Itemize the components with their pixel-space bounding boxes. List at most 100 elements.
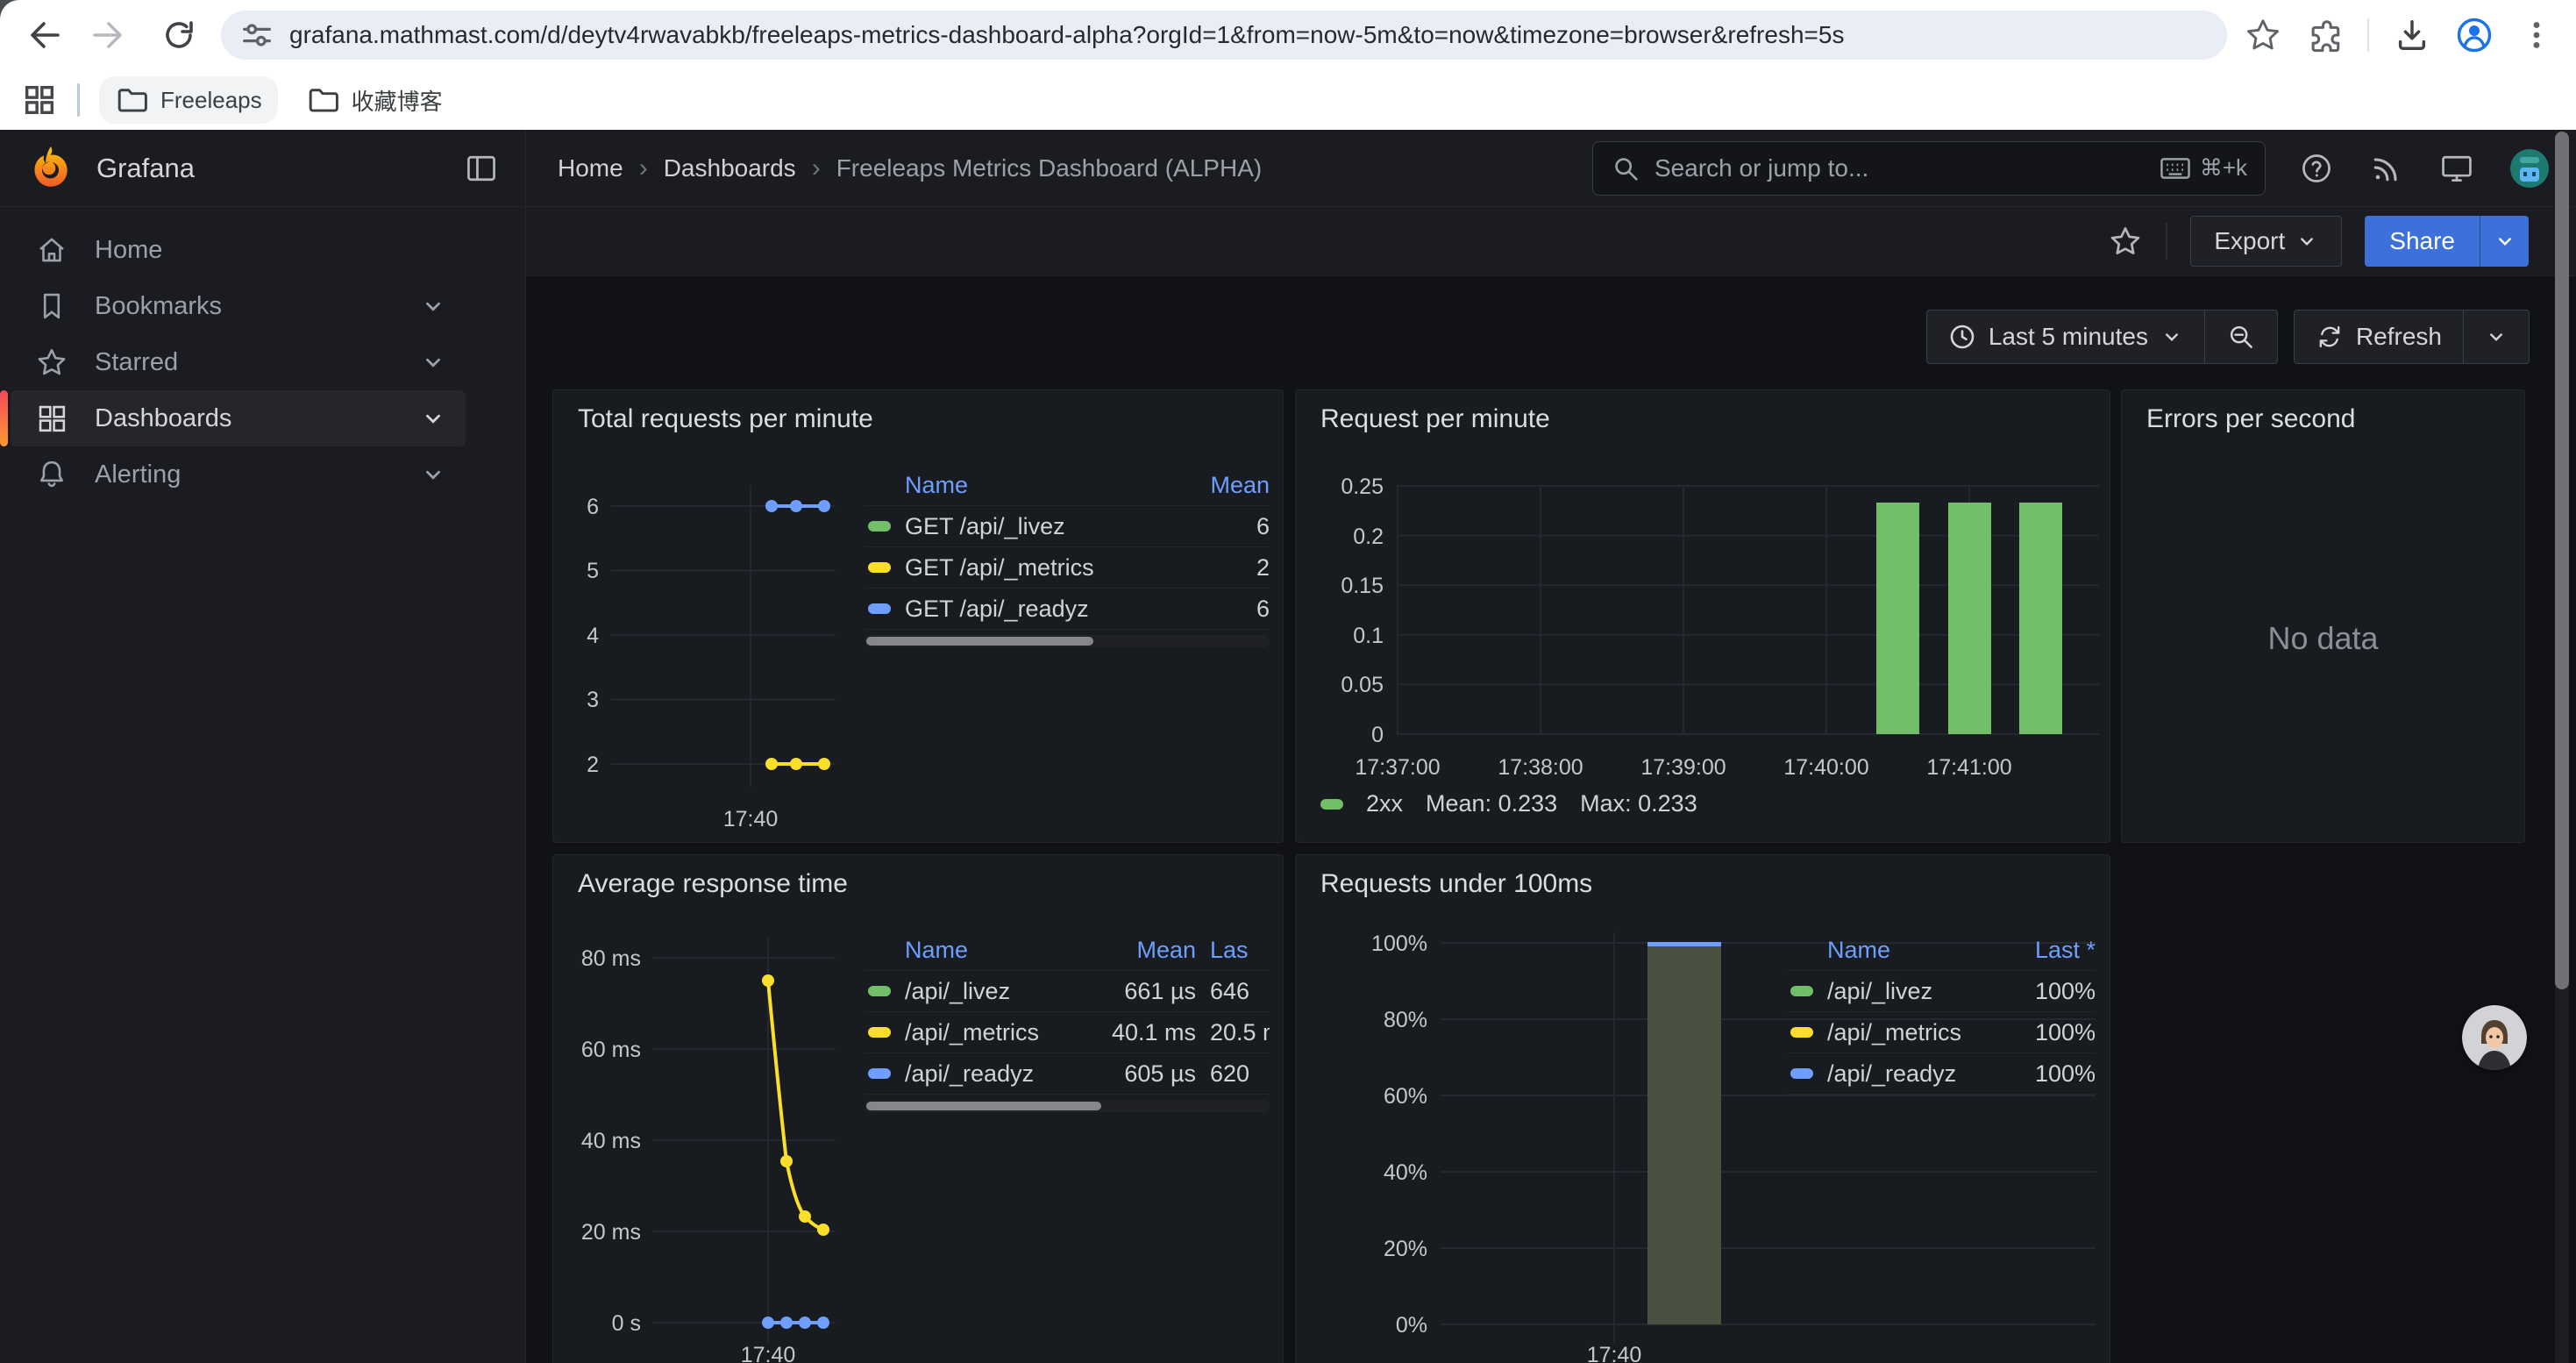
chevron-down-icon[interactable] (420, 405, 446, 432)
svg-text:17:40: 17:40 (723, 807, 779, 831)
legend[interactable]: 2xx Mean: 0.233 Max: 0.233 (1320, 790, 1697, 817)
legend-row[interactable]: /api/_livez 661 µs 646 (865, 971, 1270, 1012)
url-text[interactable]: grafana.mathmast.com/d/deytv4rwavabkb/fr… (289, 21, 1844, 49)
toolbar-divider (2166, 223, 2167, 260)
bookmark-folder-blogs[interactable]: 收藏博客 (290, 76, 459, 124)
svg-text:0.1: 0.1 (1353, 624, 1384, 648)
legend-table: NameLast * /api/_livez 100% /api/_metric… (1787, 931, 2096, 1095)
legend-col-last[interactable]: Last * (1999, 937, 2096, 964)
legend-row[interactable]: /api/_livez 100% (1787, 971, 2096, 1012)
svg-text:40%: 40% (1384, 1160, 1427, 1185)
page-header: Home › Dashboards › Freeleaps Metrics Da… (526, 130, 2576, 207)
profile-icon[interactable] (2455, 16, 2494, 54)
dashboard-canvas: Last 5 minutes Refresh (526, 277, 2576, 1363)
sidebar-item-label: Starred (95, 348, 178, 377)
site-settings-icon[interactable] (238, 17, 275, 54)
share-menu-chevron[interactable] (2480, 216, 2529, 267)
search-input[interactable] (1654, 154, 2145, 182)
legend-row[interactable]: GET /api/_readyz 6 (865, 589, 1270, 630)
sidebar-item-bookmarks[interactable]: Bookmarks (11, 278, 466, 334)
svg-text:60%: 60% (1384, 1084, 1427, 1109)
folder-icon (115, 83, 148, 117)
panel-title[interactable]: Total requests per minute (578, 404, 873, 434)
keyboard-icon (2160, 155, 2191, 182)
back-icon[interactable] (23, 16, 61, 54)
series-swatch (868, 1027, 891, 1038)
extensions-icon[interactable] (2306, 17, 2343, 54)
browser-menu-icon[interactable] (2518, 17, 2555, 54)
breadcrumb-dashboards[interactable]: Dashboards (664, 154, 796, 182)
sidebar-item-starred[interactable]: Starred (11, 334, 466, 390)
chart-plot[interactable]: 0.25 0.2 0.15 0.1 0.05 0 17:37:00 17:38:… (1296, 390, 2111, 844)
favorite-star-icon[interactable] (2108, 224, 2143, 259)
bookmark-star-icon[interactable] (2245, 17, 2281, 54)
panel-title[interactable]: Requests under 100ms (1320, 869, 1592, 899)
series-mean: Mean: 0.233 (1426, 790, 1557, 817)
legend-col-mean[interactable]: Mean (1064, 937, 1196, 964)
search-input-box[interactable]: ⌘+k (1592, 141, 2266, 196)
series-name: 2xx (1366, 790, 1403, 817)
legend-col-name[interactable]: Name (865, 472, 1164, 499)
grafana-logo[interactable] (26, 145, 74, 192)
sidebar-item-dashboards[interactable]: Dashboards (11, 390, 466, 446)
bookmark-label: Freeleaps (160, 87, 262, 114)
legend-col-name[interactable]: Name (865, 937, 1064, 964)
legend-scrollbar[interactable] (865, 1100, 1270, 1112)
address-bar[interactable]: grafana.mathmast.com/d/deytv4rwavabkb/fr… (221, 11, 2227, 60)
refresh-interval-chevron[interactable] (2463, 310, 2529, 363)
time-range-label: Last 5 minutes (1989, 323, 2148, 351)
legend-col-name[interactable]: Name (1787, 937, 1999, 964)
scrollbar-thumb[interactable] (2555, 132, 2569, 989)
zoom-out-icon (2226, 322, 2256, 352)
chevron-down-icon[interactable] (420, 461, 446, 488)
chevron-down-icon (2494, 230, 2516, 253)
zoom-out-button[interactable] (2204, 310, 2277, 363)
legend-col-last[interactable]: Las (1196, 937, 1270, 964)
chevron-down-icon[interactable] (420, 293, 446, 319)
panel-title[interactable]: Average response time (578, 869, 848, 899)
floating-assistant-avatar[interactable] (2462, 1005, 2527, 1070)
news-rss-icon[interactable] (2369, 151, 2404, 186)
help-icon[interactable] (2299, 151, 2334, 186)
legend-scrollbar[interactable] (865, 635, 1270, 647)
reload-icon[interactable] (160, 16, 198, 54)
panel-average-response-time: Average response time 80 ms 60 ms 40 ms … (552, 854, 1284, 1363)
svg-text:5: 5 (587, 559, 599, 583)
legend-row[interactable]: GET /api/_metrics 2 (865, 547, 1270, 589)
tv-mode-icon[interactable] (2439, 151, 2474, 186)
refresh-button[interactable]: Refresh (2295, 310, 2463, 363)
share-button[interactable]: Share (2365, 216, 2529, 267)
legend-row[interactable]: GET /api/_livez 6 (865, 506, 1270, 547)
chevron-down-icon[interactable] (420, 349, 446, 375)
sidebar-item-label: Dashboards (95, 404, 231, 433)
bookmarks-divider (77, 83, 80, 117)
toolbar-divider (2367, 18, 2369, 52)
breadcrumb-separator: › (812, 153, 821, 183)
breadcrumb-home[interactable]: Home (558, 154, 623, 182)
series-swatch (1790, 1068, 1813, 1079)
download-icon[interactable] (2394, 17, 2430, 54)
legend-col-mean[interactable]: Mean (1164, 472, 1270, 499)
collapse-sidebar-icon[interactable] (464, 151, 499, 186)
sidebar-item-alerting[interactable]: Alerting (11, 446, 466, 503)
time-range-picker[interactable]: Last 5 minutes (1927, 310, 2204, 363)
chevron-down-icon (2160, 325, 2183, 348)
sidebar-item-home[interactable]: Home (11, 222, 466, 278)
legend-row[interactable]: /api/_metrics 40.1 ms 20.5 m (865, 1012, 1270, 1053)
user-avatar[interactable] (2509, 148, 2550, 189)
apps-grid-icon[interactable] (21, 82, 58, 118)
page-scrollbar[interactable] (2555, 130, 2569, 1363)
panel-title[interactable]: Request per minute (1320, 404, 1550, 434)
legend-table: NameMeanLas /api/_livez 661 µs 646 /api/… (865, 931, 1270, 1112)
svg-text:60 ms: 60 ms (581, 1038, 641, 1062)
legend-row[interactable]: /api/_readyz 100% (1787, 1053, 2096, 1095)
series-swatch (868, 521, 891, 532)
panel-total-requests: Total requests per minute 6 5 4 3 2 (552, 389, 1284, 843)
panel-title[interactable]: Errors per second (2146, 404, 2355, 434)
forward-icon[interactable] (91, 16, 130, 54)
legend-row[interactable]: /api/_readyz 605 µs 620 (865, 1053, 1270, 1095)
bookmark-folder-freeleaps[interactable]: Freeleaps (99, 76, 278, 124)
legend-row[interactable]: /api/_metrics 100% (1787, 1012, 2096, 1053)
export-button[interactable]: Export (2190, 216, 2342, 267)
series-swatch (868, 1068, 891, 1079)
